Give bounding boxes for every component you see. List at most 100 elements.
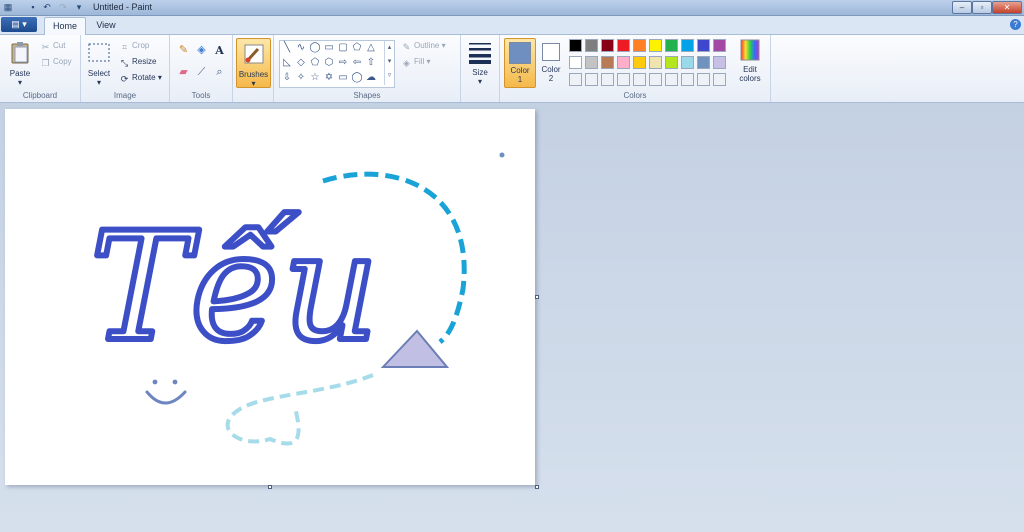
shapes-scroll[interactable]: ▴ ▾ ▿ bbox=[384, 41, 394, 85]
palette-swatch[interactable] bbox=[617, 39, 630, 52]
custom-color-slot[interactable] bbox=[665, 73, 678, 86]
palette-swatch[interactable] bbox=[681, 56, 694, 69]
palette-swatch[interactable] bbox=[697, 56, 710, 69]
resize-handle-right[interactable] bbox=[535, 295, 539, 299]
resize-handle-corner[interactable] bbox=[535, 485, 539, 489]
resize-handle-bottom[interactable] bbox=[268, 485, 272, 489]
fill-bucket-icon[interactable]: ◈ bbox=[194, 43, 209, 58]
undo-icon[interactable]: ↶ bbox=[42, 2, 52, 12]
size-dropdown-icon[interactable]: ▾ bbox=[465, 77, 495, 86]
paste-button[interactable]: Paste ▾ bbox=[4, 41, 36, 87]
hexagon-shape-icon[interactable]: ⬡ bbox=[323, 57, 335, 69]
right-arrow-shape-icon[interactable]: ⇨ bbox=[337, 57, 349, 69]
redo-icon[interactable]: ↷ bbox=[58, 2, 68, 12]
palette-swatch[interactable] bbox=[585, 39, 598, 52]
tab-view[interactable]: View bbox=[88, 17, 124, 34]
save-icon[interactable]: ▪ bbox=[28, 2, 38, 12]
paint-dot bbox=[499, 152, 505, 158]
file-menu-button[interactable]: ▤ ▾ bbox=[1, 17, 37, 32]
custom-color-slot[interactable] bbox=[601, 73, 614, 86]
drawing-canvas[interactable]: Tếu bbox=[5, 109, 535, 485]
custom-color-slot[interactable] bbox=[681, 73, 694, 86]
curve-shape-icon[interactable]: ∿ bbox=[295, 42, 307, 54]
help-icon[interactable]: ? bbox=[1010, 19, 1021, 30]
color-picker-icon[interactable]: ⟋ bbox=[194, 65, 209, 80]
pentagon-shape-icon[interactable]: ⬠ bbox=[309, 57, 321, 69]
palette-swatch[interactable] bbox=[569, 56, 582, 69]
paint-app-icon: ▦ bbox=[3, 2, 13, 12]
rotate-label: Rotate bbox=[132, 73, 156, 82]
tab-home[interactable]: Home bbox=[44, 17, 86, 35]
eraser-icon[interactable]: ▰ bbox=[176, 65, 191, 80]
crop-button[interactable]: ⌗ Crop bbox=[119, 41, 149, 53]
magnifier-icon[interactable]: ⌕ bbox=[212, 65, 227, 80]
size-button[interactable]: Size ▾ bbox=[465, 40, 495, 86]
edit-colors-button[interactable]: Edit colors bbox=[734, 39, 766, 83]
palette-swatch[interactable] bbox=[633, 39, 646, 52]
palette-swatch[interactable] bbox=[665, 39, 678, 52]
fill-button[interactable]: ◈ Fill ▾ bbox=[401, 57, 430, 69]
rectangle-shape-icon[interactable]: ▭ bbox=[323, 42, 335, 54]
custom-color-slot[interactable] bbox=[633, 73, 646, 86]
palette-swatch[interactable] bbox=[617, 56, 630, 69]
select-button[interactable]: Select ▾ bbox=[85, 41, 113, 87]
up-arrow-shape-icon[interactable]: ⇧ bbox=[365, 57, 377, 69]
diamond-shape-icon[interactable]: ◇ bbox=[295, 57, 307, 69]
palette-swatch[interactable] bbox=[569, 39, 582, 52]
palette-swatch[interactable] bbox=[697, 39, 710, 52]
palette-swatch[interactable] bbox=[665, 56, 678, 69]
resize-button[interactable]: ⤡ Resize bbox=[119, 57, 157, 69]
outline-button[interactable]: ✎ Outline ▾ bbox=[401, 41, 446, 53]
four-point-star-shape-icon[interactable]: ✧ bbox=[295, 72, 307, 84]
minimize-button[interactable]: – bbox=[952, 1, 972, 14]
left-arrow-shape-icon[interactable]: ⇦ bbox=[351, 57, 363, 69]
custom-color-slot[interactable] bbox=[585, 73, 598, 86]
quick-access-dropdown-icon[interactable]: ▾ bbox=[74, 2, 84, 12]
palette-swatch[interactable] bbox=[713, 39, 726, 52]
copy-label: Copy bbox=[53, 57, 72, 66]
brushes-button[interactable]: Brushes ▾ bbox=[236, 38, 271, 88]
smiley-right-eye bbox=[172, 379, 178, 385]
palette-swatch[interactable] bbox=[633, 56, 646, 69]
pencil-icon[interactable]: ✎ bbox=[176, 43, 191, 58]
color2-button[interactable]: Color 2 bbox=[537, 38, 565, 86]
five-point-star-shape-icon[interactable]: ☆ bbox=[309, 72, 321, 84]
custom-color-slot[interactable] bbox=[697, 73, 710, 86]
select-dropdown-icon[interactable]: ▾ bbox=[85, 78, 113, 87]
color1-button[interactable]: Color 1 bbox=[504, 38, 536, 88]
maximize-button[interactable]: ▫ bbox=[972, 1, 992, 14]
palette-swatch[interactable] bbox=[681, 39, 694, 52]
down-arrow-shape-icon[interactable]: ⇩ bbox=[281, 72, 293, 84]
custom-color-slot[interactable] bbox=[569, 73, 582, 86]
cut-button[interactable]: ✂ Cut bbox=[40, 41, 66, 53]
palette-swatch[interactable] bbox=[601, 56, 614, 69]
custom-color-slot[interactable] bbox=[649, 73, 662, 86]
select-icon bbox=[88, 43, 110, 62]
paste-dropdown-icon[interactable]: ▾ bbox=[4, 78, 36, 87]
oval-shape-icon[interactable]: ◯ bbox=[309, 42, 321, 54]
rotate-dropdown-icon[interactable]: ▾ bbox=[158, 73, 162, 82]
rounded-rectangle-shape-icon[interactable]: ▢ bbox=[337, 42, 349, 54]
copy-button[interactable]: ❐ Copy bbox=[40, 57, 72, 69]
palette-swatch[interactable] bbox=[601, 39, 614, 52]
custom-color-slot[interactable] bbox=[617, 73, 630, 86]
close-button[interactable]: ✕ bbox=[992, 1, 1022, 14]
palette-swatch[interactable] bbox=[713, 56, 726, 69]
text-tool-icon[interactable]: A bbox=[212, 43, 227, 58]
cloud-callout-shape-icon[interactable]: ☁ bbox=[365, 72, 377, 84]
right-triangle-shape-icon[interactable]: ◺ bbox=[281, 57, 293, 69]
six-point-star-shape-icon[interactable]: ✡ bbox=[323, 72, 335, 84]
brushes-dropdown-icon[interactable]: ▾ bbox=[237, 79, 270, 88]
line-shape-icon[interactable]: ╲ bbox=[281, 42, 293, 54]
palette-swatch[interactable] bbox=[649, 39, 662, 52]
triangle-shape-icon[interactable]: △ bbox=[365, 42, 377, 54]
callout-shape-icon[interactable]: ▭ bbox=[337, 72, 349, 84]
custom-color-slot[interactable] bbox=[713, 73, 726, 86]
rotate-button[interactable]: ⟳ Rotate ▾ bbox=[119, 73, 162, 85]
paper-plane bbox=[380, 329, 450, 368]
polygon-shape-icon[interactable]: ⬠ bbox=[351, 42, 363, 54]
oval-callout-shape-icon[interactable]: ◯ bbox=[351, 72, 363, 84]
palette-swatch[interactable] bbox=[585, 56, 598, 69]
shapes-gallery[interactable]: ╲ ∿ ◯ ▭ ▢ ⬠ △ ◺ ◇ ⬠ ⬡ ⇨ ⇦ ⇧ ⇩ ✧ ☆ ✡ ▭ ◯ … bbox=[279, 40, 395, 88]
palette-swatch[interactable] bbox=[649, 56, 662, 69]
